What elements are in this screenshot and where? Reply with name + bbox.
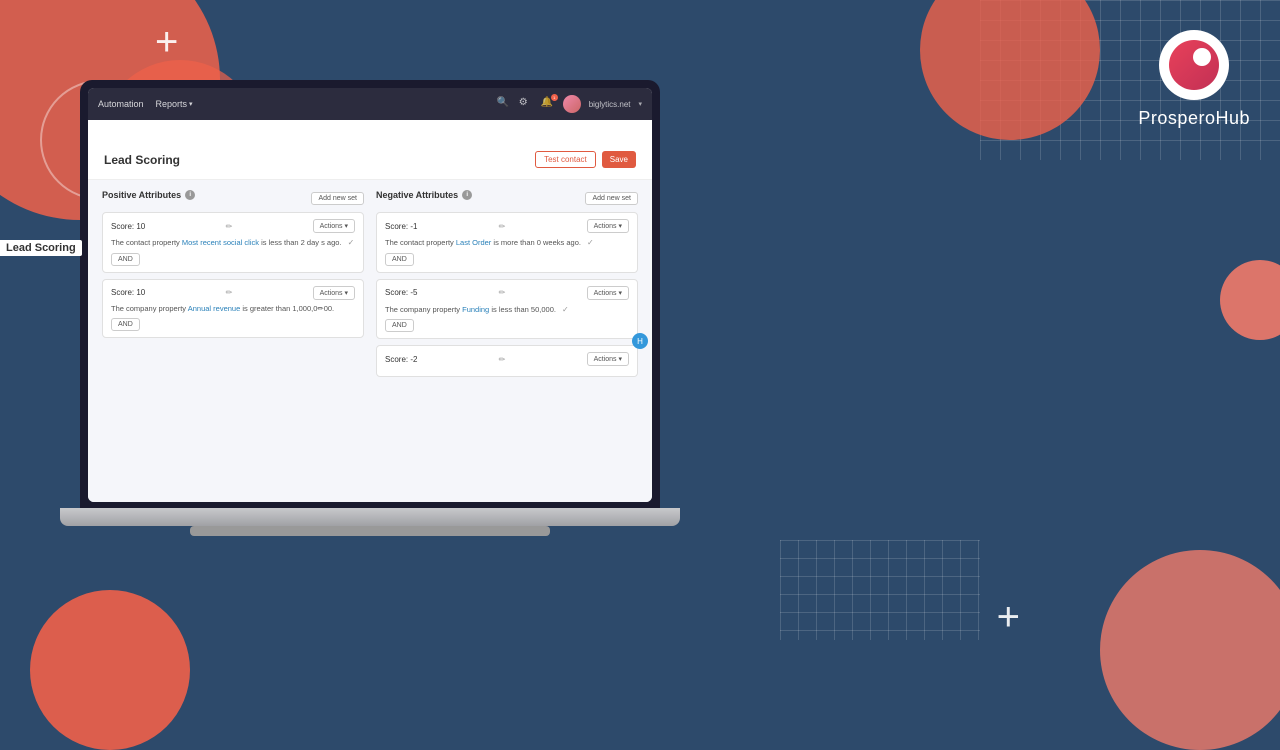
page-actions: Test contact Save <box>535 151 636 168</box>
decorative-blob-right-small <box>1220 260 1280 340</box>
positive-score-1-label: Score: 10 <box>111 222 145 231</box>
positive-score-card-2-header: Score: 10 ✏ Actions ▾ <box>111 286 355 300</box>
lead-scoring-label: Lead Scoring <box>0 240 82 256</box>
negative-attributes-header: Negative Attributes i Add new set <box>376 190 638 206</box>
nav-icons: 🔍 ⚙ 🔔 1 biglytics.net ▾ <box>497 95 642 113</box>
decorative-plus-top-left: + <box>155 20 178 65</box>
negative-score-3-label: Score: -2 <box>385 355 417 364</box>
positive-score-card-1: Score: 10 ✏ Actions ▾ The contact proper… <box>102 212 364 273</box>
positive-attributes-title: Positive Attributes i <box>102 190 195 200</box>
nav-domain[interactable]: biglytics.net <box>589 100 631 109</box>
laptop-wrapper: Automation Reports ▾ 🔍 ⚙ 🔔 1 biglytics.n… <box>80 80 680 620</box>
negative-score-3-actions-button[interactable]: Actions ▾ <box>587 352 629 366</box>
positive-add-new-set-button[interactable]: Add new set <box>311 192 364 205</box>
logo-name-bold: Prospero <box>1138 108 1215 128</box>
negative-score-card-1: Score: -1 ✏ Actions ▾ The contact proper… <box>376 212 638 273</box>
save-button[interactable]: Save <box>602 151 636 168</box>
app-navbar: Automation Reports ▾ 🔍 ⚙ 🔔 1 biglytics.n… <box>88 88 652 120</box>
logo-icon <box>1169 40 1219 90</box>
settings-icon[interactable]: ⚙ <box>519 97 533 111</box>
negative-score-2-actions-button[interactable]: Actions ▾ <box>587 286 629 300</box>
negative-and-btn-2[interactable]: AND <box>385 319 629 332</box>
positive-score-2-edit-icon[interactable]: ✏ <box>226 288 233 297</box>
negative-score-1-label: Score: -1 <box>385 222 417 231</box>
logo-text: ProsperoHub <box>1138 108 1250 129</box>
search-icon[interactable]: 🔍 <box>497 97 511 111</box>
positive-and-btn-1[interactable]: AND <box>111 253 355 266</box>
negative-score-card-3-header: Score: -2 ✏ Actions ▾ <box>385 352 629 366</box>
positive-score-1-edit-icon[interactable]: ✏ <box>226 222 233 231</box>
negative-condition-1: The contact property Last Order is more … <box>385 237 629 249</box>
nav-item-reports[interactable]: Reports ▾ <box>156 99 193 109</box>
laptop-stand <box>190 526 550 536</box>
user-avatar[interactable] <box>563 95 581 113</box>
negative-score-card-2: Score: -5 ✏ Actions ▾ The company proper… <box>376 279 638 340</box>
positive-condition-1: The contact property Most recent social … <box>111 237 355 249</box>
logo-circle <box>1159 30 1229 100</box>
positive-score-1-actions-button[interactable]: Actions ▾ <box>313 219 355 233</box>
negative-score-card-2-header: Score: -5 ✏ Actions ▾ <box>385 286 629 300</box>
positive-condition-1-link[interactable]: Most recent social click <box>182 238 259 247</box>
positive-condition-1-check: ✓ <box>348 238 355 247</box>
positive-attributes-header: Positive Attributes i Add new set <box>102 190 364 206</box>
positive-score-card-1-header: Score: 10 ✏ Actions ▾ <box>111 219 355 233</box>
positive-info-icon: i <box>185 190 195 200</box>
decorative-grid-bottom-right <box>780 540 980 640</box>
page-title-bar: Lead Scoring Test contact Save <box>88 140 652 180</box>
laptop-base <box>60 508 680 526</box>
positive-score-2-actions-button[interactable]: Actions ▾ <box>313 286 355 300</box>
positive-condition-2-link[interactable]: Annual revenue <box>188 304 241 313</box>
logo-name-light: Hub <box>1215 108 1250 128</box>
positive-condition-2: The company property Annual revenue is g… <box>111 304 355 315</box>
scoring-content: Positive Attributes i Add new set Score:… <box>88 180 652 502</box>
nav-domain-arrow: ▾ <box>638 100 642 108</box>
negative-condition-2-check: ✓ <box>562 305 569 314</box>
negative-score-2-edit-icon[interactable]: ✏ <box>499 288 506 297</box>
logo-area: ProsperoHub <box>1138 30 1250 129</box>
decorative-blob-bottom-right <box>1100 550 1280 750</box>
laptop-bezel: Automation Reports ▾ 🔍 ⚙ 🔔 1 biglytics.n… <box>80 80 660 510</box>
positive-score-card-2: Score: 10 ✏ Actions ▾ The company proper… <box>102 279 364 339</box>
test-contact-button[interactable]: Test contact <box>535 151 596 168</box>
scroll-indicator[interactable]: H <box>632 333 648 349</box>
negative-score-card-3: Score: -2 ✏ Actions ▾ <box>376 345 638 377</box>
negative-condition-2-link[interactable]: Funding <box>462 305 489 314</box>
negative-info-icon: i <box>462 190 472 200</box>
negative-score-card-1-header: Score: -1 ✏ Actions ▾ <box>385 219 629 233</box>
notifications-icon-wrapper[interactable]: 🔔 1 <box>541 97 555 111</box>
positive-score-2-label: Score: 10 <box>111 288 145 297</box>
negative-attributes-col: Negative Attributes i Add new set Score:… <box>376 190 638 383</box>
app-content-header: Lead Scoring Test contact Save <box>88 120 652 180</box>
laptop-screen: Automation Reports ▾ 🔍 ⚙ 🔔 1 biglytics.n… <box>88 88 652 502</box>
negative-score-1-edit-icon[interactable]: ✏ <box>499 222 506 231</box>
attributes-grid: Positive Attributes i Add new set Score:… <box>102 190 638 383</box>
page-title: Lead Scoring <box>104 153 180 167</box>
negative-score-2-label: Score: -5 <box>385 288 417 297</box>
negative-attributes-title: Negative Attributes i <box>376 190 472 200</box>
decorative-plus-bottom-right: + <box>997 595 1020 640</box>
notification-badge: 1 <box>551 94 558 101</box>
negative-score-3-edit-icon[interactable]: ✏ <box>499 355 506 364</box>
negative-score-1-actions-button[interactable]: Actions ▾ <box>587 219 629 233</box>
negative-condition-1-link[interactable]: Last Order <box>456 238 491 247</box>
negative-condition-1-check: ✓ <box>587 238 594 247</box>
positive-attributes-col: Positive Attributes i Add new set Score:… <box>102 190 364 383</box>
negative-add-new-set-button[interactable]: Add new set <box>585 192 638 205</box>
positive-and-btn-2[interactable]: AND <box>111 318 355 331</box>
negative-condition-2: The company property Funding is less tha… <box>385 304 629 316</box>
nav-item-automation[interactable]: Automation <box>98 99 144 109</box>
negative-and-btn-1[interactable]: AND <box>385 253 629 266</box>
